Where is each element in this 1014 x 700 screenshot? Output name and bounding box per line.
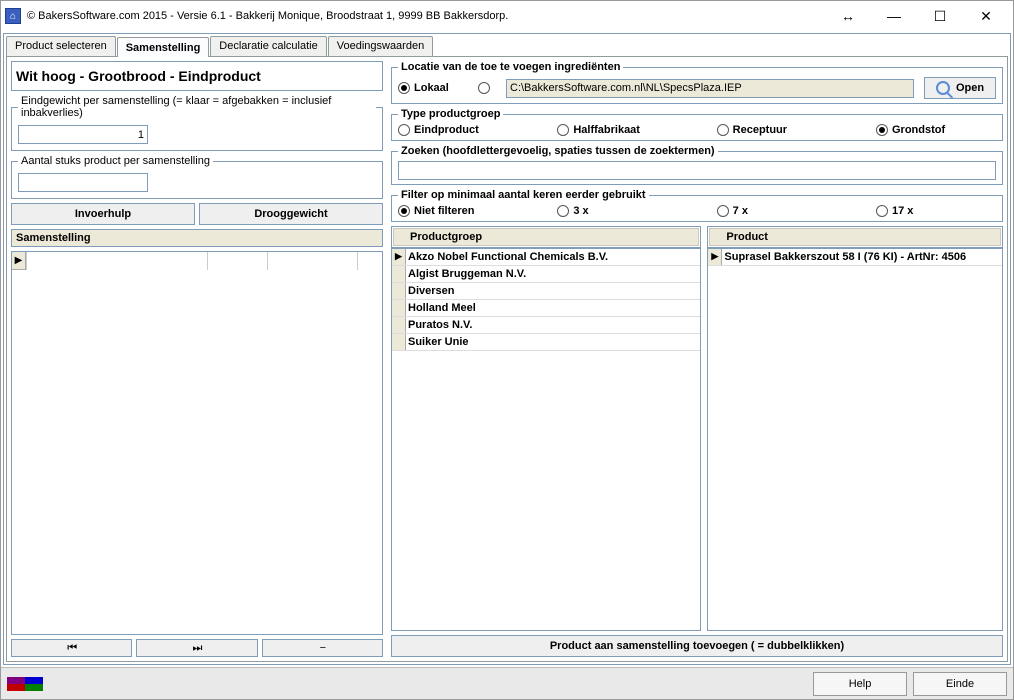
open-label: Open	[956, 82, 984, 94]
eindgewicht-label: Eindgewicht per samenstelling (= klaar =…	[18, 95, 376, 119]
productgroep-row[interactable]: Algist Bruggeman N.V.	[392, 266, 700, 283]
filter-7-label: 7 x	[733, 205, 748, 217]
aantal-input[interactable]	[18, 173, 148, 192]
filter-0-label: Niet filteren	[414, 205, 475, 217]
type-halffabrikaat-radio[interactable]: Halffabrikaat	[557, 124, 677, 136]
locatie-lokaal-radio[interactable]: Lokaal	[398, 82, 468, 94]
type-half-label: Halffabrikaat	[573, 124, 640, 136]
locatie-lokaal-label: Lokaal	[414, 82, 449, 94]
filter-3-label: 3 x	[573, 205, 588, 217]
productgroep-row[interactable]: Holland Meel	[392, 300, 700, 317]
resize-icon[interactable]: ↔	[825, 1, 871, 31]
productgroep-row[interactable]: Akzo Nobel Functional Chemicals B.V.	[392, 249, 700, 266]
product-head: Product	[707, 226, 1003, 248]
close-button[interactable]: ✕	[963, 1, 1009, 31]
content-frame: Product selecteren Samenstelling Declara…	[3, 33, 1011, 665]
minimize-button[interactable]: —	[871, 1, 917, 31]
nav-minus-button[interactable]: −	[262, 639, 383, 657]
lists-row: Productgroep Akzo Nobel Functional Chemi…	[391, 226, 1003, 631]
type-recept-label: Receptuur	[733, 124, 787, 136]
product-listbox: Product Suprasel Bakkerszout 58 I (76 KI…	[707, 226, 1003, 631]
eindgewicht-input[interactable]	[18, 125, 148, 144]
add-product-bar[interactable]: Product aan samenstelling toevoegen ( = …	[391, 635, 1003, 657]
invoerhulp-button[interactable]: Invoerhulp	[11, 203, 195, 225]
filter-legend: Filter op minimaal aantal keren eerder g…	[398, 189, 649, 201]
product-body[interactable]: Suprasel Bakkerszout 58 I (76 KI) - ArtN…	[707, 248, 1003, 631]
left-panel: Wit hoog - Grootbrood - Eindproduct Eind…	[7, 57, 387, 661]
title-bar: ⌂ © BakersSoftware.com 2015 - Versie 6.1…	[1, 1, 1013, 31]
drooggewicht-button[interactable]: Drooggewicht	[199, 203, 383, 225]
help-button[interactable]: Help	[813, 672, 907, 696]
maximize-button[interactable]: ☐	[917, 1, 963, 31]
filter-3-radio[interactable]: 3 x	[557, 205, 677, 217]
productgroep-row[interactable]: Puratos N.V.	[392, 317, 700, 334]
nav-first-button[interactable]: ⏮	[11, 639, 132, 657]
aantal-fieldset: Aantal stuks product per samenstelling	[11, 155, 383, 199]
nav-last-button[interactable]: ⏭	[136, 639, 257, 657]
samenstelling-header: Samenstelling	[11, 229, 383, 247]
nav-row: ⏮ ⏭ −	[11, 639, 383, 657]
filter-none-radio[interactable]: Niet filteren	[398, 205, 518, 217]
eindgewicht-fieldset: Eindgewicht per samenstelling (= klaar =…	[11, 95, 383, 151]
aantal-label: Aantal stuks product per samenstelling	[18, 155, 213, 167]
locatie-path-input	[506, 79, 914, 98]
filter-7-radio[interactable]: 7 x	[717, 205, 837, 217]
productgroep-row[interactable]: Diversen	[392, 283, 700, 300]
tab-strip: Product selecteren Samenstelling Declara…	[6, 36, 1008, 56]
type-receptuur-radio[interactable]: Receptuur	[717, 124, 837, 136]
type-eindproduct-radio[interactable]: Eindproduct	[398, 124, 518, 136]
window-controls: ↔ — ☐ ✕	[825, 1, 1009, 31]
filter-fieldset: Filter op minimaal aantal keren eerder g…	[391, 189, 1003, 222]
zoeken-fieldset: Zoeken (hoofdlettergevoelig, spaties tus…	[391, 145, 1003, 185]
type-fieldset: Type productgroep Eindproduct Halffabrik…	[391, 108, 1003, 141]
search-icon	[936, 81, 950, 95]
productgroep-body[interactable]: Akzo Nobel Functional Chemicals B.V.Algi…	[391, 248, 701, 631]
type-eind-label: Eindproduct	[414, 124, 479, 136]
tab-samenstelling[interactable]: Samenstelling	[117, 37, 210, 57]
locatie-legend: Locatie van de toe te voegen ingrediënte…	[398, 61, 623, 73]
tab-content: Wit hoog - Grootbrood - Eindproduct Eind…	[6, 56, 1008, 662]
app-icon: ⌂	[5, 8, 21, 24]
product-title: Wit hoog - Grootbrood - Eindproduct	[11, 61, 383, 91]
product-row[interactable]: Suprasel Bakkerszout 58 I (76 KI) - ArtN…	[708, 249, 1002, 266]
samenstelling-grid[interactable]: ▶	[11, 251, 383, 635]
type-grondstof-radio[interactable]: Grondstof	[876, 124, 996, 136]
right-panel: Locatie van de toe te voegen ingrediënte…	[387, 57, 1007, 661]
color-squares	[7, 677, 43, 691]
window-title: © BakersSoftware.com 2015 - Versie 6.1 -…	[27, 10, 825, 22]
type-grond-label: Grondstof	[892, 124, 945, 136]
filter-17-label: 17 x	[892, 205, 913, 217]
productgroep-row[interactable]: Suiker Unie	[392, 334, 700, 351]
tab-voedingswaarden[interactable]: Voedingswaarden	[328, 36, 433, 56]
locatie-remote-radio[interactable]	[478, 82, 496, 94]
tab-product-selecteren[interactable]: Product selecteren	[6, 36, 116, 56]
tab-declaratie[interactable]: Declaratie calculatie	[210, 36, 326, 56]
einde-button[interactable]: Einde	[913, 672, 1007, 696]
open-button[interactable]: Open	[924, 77, 996, 99]
footer-bar: Help Einde	[1, 667, 1013, 699]
filter-17-radio[interactable]: 17 x	[876, 205, 996, 217]
locatie-fieldset: Locatie van de toe te voegen ingrediënte…	[391, 61, 1003, 104]
zoeken-input[interactable]	[398, 161, 996, 180]
productgroep-head: Productgroep	[391, 226, 701, 248]
zoeken-legend: Zoeken (hoofdlettergevoelig, spaties tus…	[398, 145, 718, 157]
productgroep-listbox: Productgroep Akzo Nobel Functional Chemi…	[391, 226, 701, 631]
type-legend: Type productgroep	[398, 108, 503, 120]
button-row: Invoerhulp Drooggewicht	[11, 203, 383, 225]
grid-row-marker: ▶	[12, 252, 26, 270]
